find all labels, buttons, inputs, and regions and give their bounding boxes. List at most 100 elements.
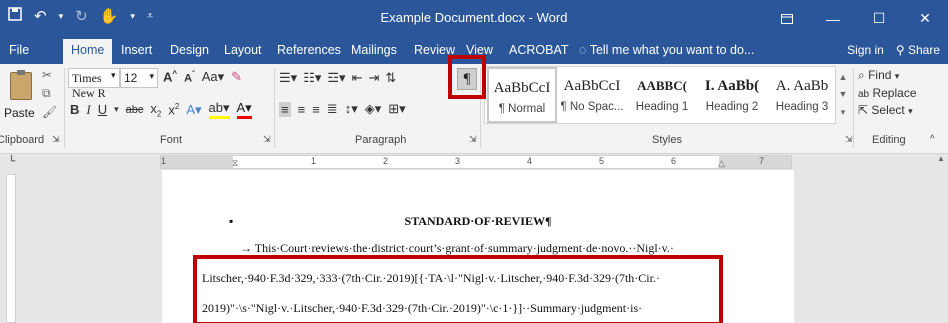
paragraph-launcher-icon[interactable]: ⇲ <box>469 134 477 145</box>
cut-icon[interactable]: ✂ <box>42 68 57 82</box>
share-button[interactable]: ⚲ Share <box>896 43 940 57</box>
font-launcher-icon[interactable]: ⇲ <box>263 134 271 145</box>
copy-icon[interactable]: ⧉ <box>42 86 57 101</box>
underline-icon[interactable]: U <box>98 102 107 117</box>
close-icon[interactable]: ✕ <box>902 0 948 37</box>
right-indent-marker-icon[interactable]: △ <box>718 158 725 169</box>
style-heading-2[interactable]: I. AaBb( Heading 2 <box>697 67 767 123</box>
lightbulb-icon: ◌ <box>579 43 587 57</box>
justify-icon[interactable]: ≣ <box>327 101 338 117</box>
tell-me-search[interactable]: ◌ Tell me what you want to do... <box>579 43 754 57</box>
account-area: Sign in ⚲ Share <box>847 43 940 57</box>
share-label: Share <box>907 43 940 57</box>
styles-launcher-icon[interactable]: ⇲ <box>845 134 853 145</box>
paste-button[interactable]: Paste <box>4 68 40 128</box>
tell-me-label: Tell me what you want to do... <box>589 43 755 57</box>
multilevel-list-icon[interactable]: ☲▾ <box>327 70 345 86</box>
numbering-icon[interactable]: ☷▾ <box>303 70 321 86</box>
paragraph-row2: ≡ ≡ ≡ ≣ ↕▾ ◈▾ ⊞▾ <box>279 101 406 117</box>
ruler-right-margin <box>719 156 791 168</box>
paragraph-row1: ☰▾ ☷▾ ☲▾ ⇤ ⇥ ⇅ <box>279 70 396 86</box>
bullets-icon[interactable]: ☰▾ <box>279 70 297 86</box>
align-center-icon[interactable]: ≡ <box>298 102 306 117</box>
increase-indent-icon[interactable]: ⇥ <box>368 70 379 86</box>
tab-insert[interactable]: Insert <box>121 43 152 57</box>
replace-label: Replace <box>872 86 917 100</box>
vertical-scrollbar[interactable]: ▲ <box>934 154 948 323</box>
cursor-icon: ⇱ <box>858 103 869 117</box>
underline-dropdown-icon[interactable]: ▾ <box>114 104 119 115</box>
style-normal[interactable]: AaBbCcI ¶ Normal <box>487 67 557 123</box>
search-icon: ⌕ <box>858 68 865 82</box>
tab-mailings[interactable]: Mailings <box>351 43 397 57</box>
decrease-indent-icon[interactable]: ⇤ <box>352 70 363 86</box>
paragraph-group-label: Paragraph <box>355 134 407 146</box>
gallery-down-icon[interactable]: ▼ <box>839 89 848 99</box>
tab-selector-icon[interactable]: └ <box>8 156 15 167</box>
minimize-icon[interactable]: — <box>810 0 856 37</box>
sign-in-link[interactable]: Sign in <box>847 43 884 57</box>
style-name: ¶ Normal <box>498 103 546 115</box>
scroll-up-icon[interactable]: ▲ <box>937 154 945 163</box>
gallery-up-icon[interactable]: ▲ <box>839 72 848 82</box>
align-left-icon[interactable]: ≡ <box>279 101 291 117</box>
ruler-number: 3 <box>455 156 461 166</box>
superscript-icon[interactable]: x2 <box>168 102 179 117</box>
italic-icon[interactable]: I <box>86 102 90 118</box>
tab-layout[interactable]: Layout <box>224 43 262 57</box>
style-preview: I. AaBb( <box>704 78 760 94</box>
ruler-number: 2 <box>383 156 389 166</box>
document-page[interactable]: ▪ STANDARD·OF·REVIEW¶ → This·Court·revie… <box>162 170 794 323</box>
find-label: Find <box>868 68 892 82</box>
format-painter-icon[interactable]: 🖌 <box>42 105 57 119</box>
clipboard-group-label: Clipboard <box>0 134 45 146</box>
shrink-font-icon[interactable]: Aˇ <box>184 70 195 85</box>
divider <box>853 68 854 148</box>
select-button[interactable]: ⇱ Select ▾ <box>858 103 917 117</box>
ribbon-display-icon[interactable] <box>764 0 810 37</box>
sort-icon[interactable]: ⇅ <box>385 70 396 86</box>
clipboard-launcher-icon[interactable]: ⇲ <box>52 134 60 145</box>
clear-formatting-icon[interactable]: ✎ <box>231 69 242 85</box>
highlight-icon[interactable]: ab▾ <box>208 100 230 119</box>
borders-icon[interactable]: ⊞▾ <box>388 101 405 117</box>
text-effects-icon[interactable]: A▾ <box>186 102 201 118</box>
align-right-icon[interactable]: ≡ <box>312 102 320 117</box>
paste-label: Paste <box>4 106 35 120</box>
gallery-more-icon[interactable]: ▾ <box>841 107 846 118</box>
line-spacing-icon[interactable]: ↕▾ <box>345 101 358 117</box>
tab-home[interactable]: Home <box>63 39 113 64</box>
tab-acrobat[interactable]: ACROBAT <box>509 43 569 57</box>
font-row1: A^ Aˇ Aa▾ ✎ <box>163 69 242 85</box>
font-size-dropdown-icon[interactable]: ▾ <box>149 71 154 82</box>
horizontal-ruler: └ 1 1 2 3 4 5 6 7 ⧖ △ <box>0 154 948 170</box>
font-size-combobox[interactable]: 12 ▾ <box>120 68 158 88</box>
font-size-value: 12 <box>124 71 138 85</box>
find-button[interactable]: ⌕ Find ▾ <box>858 68 917 83</box>
collapse-ribbon-icon[interactable]: ^ <box>930 134 935 145</box>
grow-font-icon[interactable]: A^ <box>163 69 177 84</box>
strikethrough-icon[interactable]: abc <box>126 104 144 116</box>
ruler-scale: 1 1 2 3 4 5 6 7 ⧖ △ <box>160 155 792 169</box>
replace-button[interactable]: ab Replace <box>858 86 917 100</box>
style-preview: AaBbCcI <box>563 78 621 94</box>
indent-marker-icon[interactable]: ⧖ <box>232 158 238 169</box>
font-color-icon[interactable]: A▾ <box>236 100 252 119</box>
ribbon-home: Paste ✂ ⧉ 🖌 Clipboard ⇲ Times New R ▾ 12… <box>0 55 948 154</box>
replace-icon: ab <box>858 89 870 100</box>
tab-file[interactable]: File <box>9 43 29 57</box>
bold-icon[interactable]: B <box>70 102 79 117</box>
maximize-icon[interactable]: ☐ <box>856 0 902 37</box>
style-heading-3[interactable]: A. AaBb Heading 3 <box>767 67 837 123</box>
font-name-dropdown-icon[interactable]: ▾ <box>111 70 116 81</box>
style-heading-1[interactable]: AABBC( Heading 1 <box>627 67 697 123</box>
style-preview: A. AaBb <box>775 78 829 94</box>
style-no-spacing[interactable]: AaBbCcI ¶ No Spac... <box>557 67 627 123</box>
vertical-ruler-scale <box>6 174 16 323</box>
tab-design[interactable]: Design <box>170 43 209 57</box>
shading-icon[interactable]: ◈▾ <box>365 101 382 117</box>
subscript-icon[interactable]: x2 <box>150 101 161 119</box>
tab-references[interactable]: References <box>277 43 341 57</box>
ruler-number: 6 <box>671 156 677 166</box>
change-case-icon[interactable]: Aa▾ <box>202 69 224 85</box>
